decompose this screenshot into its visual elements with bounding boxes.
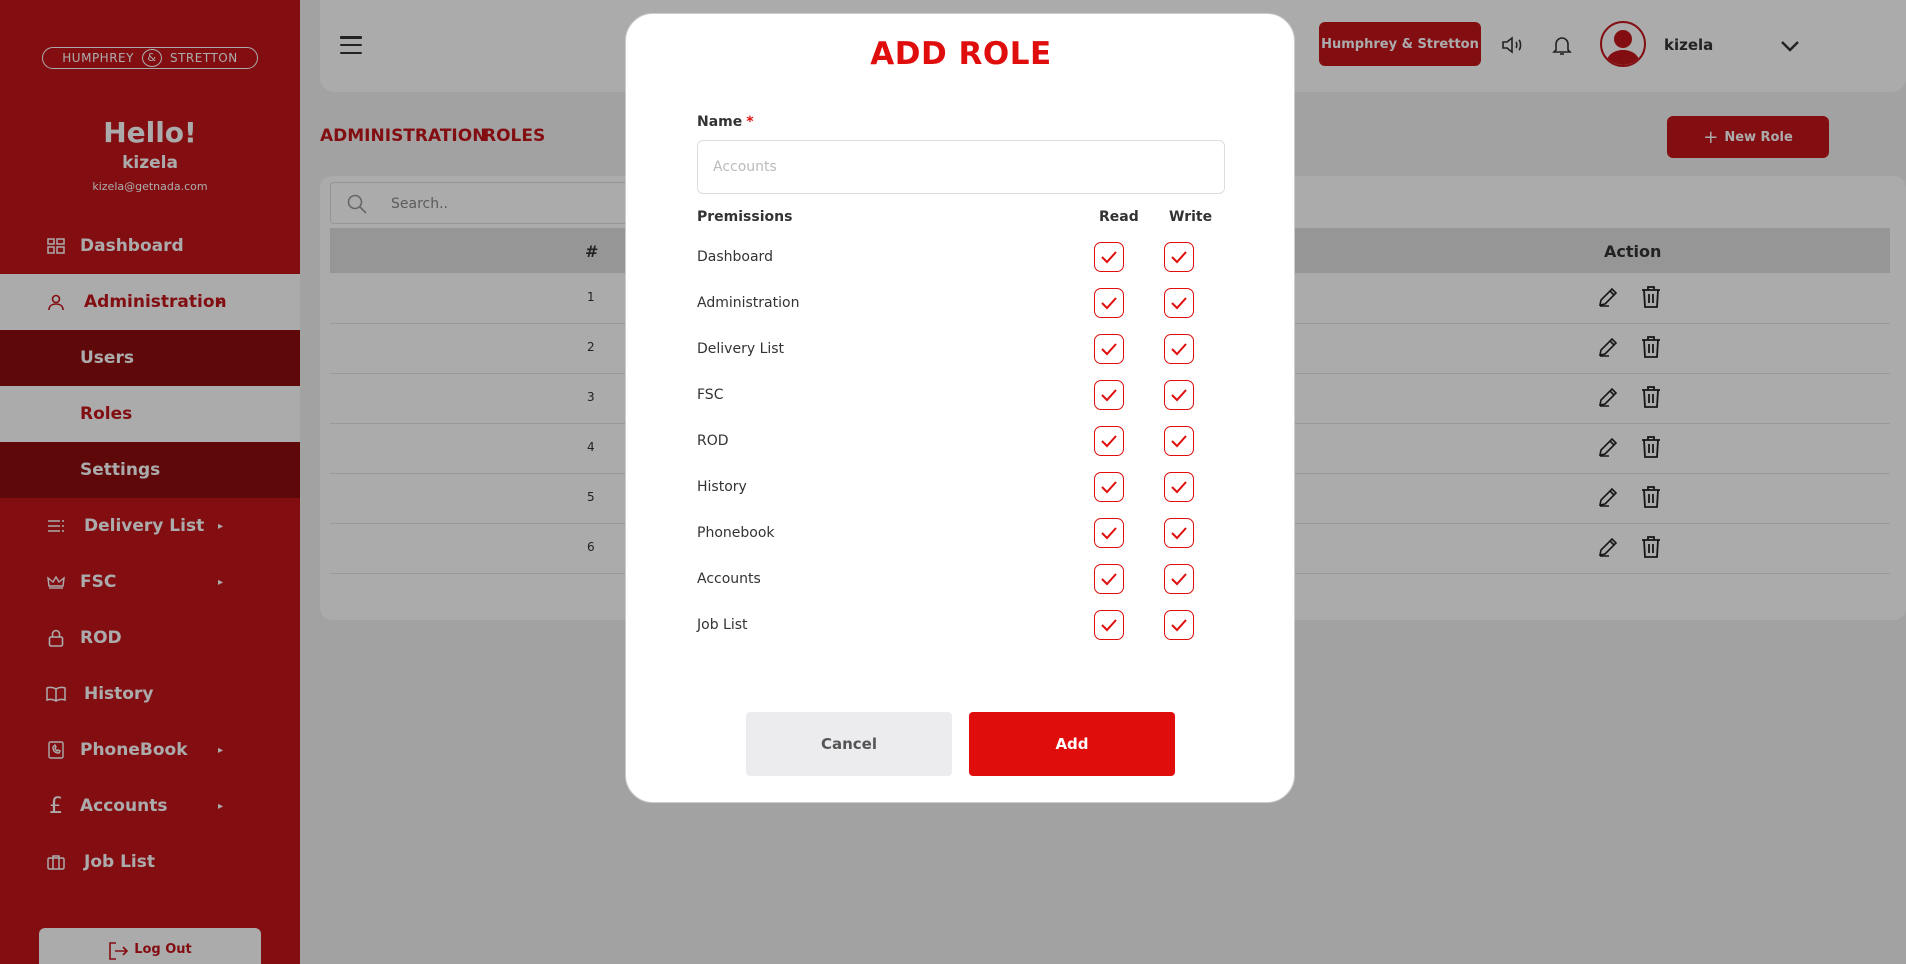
permission-row-administration: Administration [697, 284, 1225, 324]
permission-row-delivery-list: Delivery List [697, 330, 1225, 370]
read-checkbox[interactable] [1094, 518, 1124, 548]
check-icon [1171, 481, 1187, 494]
check-icon [1101, 297, 1117, 310]
check-icon [1101, 527, 1117, 540]
modal-title: ADD ROLE [870, 36, 1052, 72]
check-icon [1171, 389, 1187, 402]
permission-label: Job List [697, 617, 748, 633]
permission-row-accounts: Accounts [697, 560, 1225, 600]
read-checkbox[interactable] [1094, 242, 1124, 272]
check-icon [1171, 573, 1187, 586]
read-checkbox[interactable] [1094, 288, 1124, 318]
permission-label: Accounts [697, 571, 761, 587]
write-checkbox[interactable] [1164, 334, 1194, 364]
permission-label: Delivery List [697, 341, 785, 357]
permission-row-dashboard: Dashboard [697, 238, 1225, 278]
write-checkbox[interactable] [1164, 518, 1194, 548]
write-checkbox[interactable] [1164, 288, 1194, 318]
check-icon [1171, 619, 1187, 632]
read-checkbox[interactable] [1094, 380, 1124, 410]
permission-row-phonebook: Phonebook [697, 514, 1225, 554]
read-header: Read [1099, 209, 1139, 225]
check-icon [1171, 435, 1187, 448]
permission-row-history: History [697, 468, 1225, 508]
read-checkbox[interactable] [1094, 426, 1124, 456]
name-label-text: Name [697, 114, 743, 130]
cancel-button[interactable]: Cancel [746, 712, 952, 776]
write-checkbox[interactable] [1164, 472, 1194, 502]
check-icon [1171, 343, 1187, 356]
read-checkbox[interactable] [1094, 472, 1124, 502]
permission-row-fsc: FSC [697, 376, 1225, 416]
write-checkbox[interactable] [1164, 426, 1194, 456]
read-checkbox[interactable] [1094, 610, 1124, 640]
check-icon [1101, 619, 1117, 632]
add-button[interactable]: Add [969, 712, 1175, 776]
check-icon [1101, 481, 1117, 494]
required-mark: * [746, 114, 754, 130]
write-checkbox[interactable] [1164, 564, 1194, 594]
write-header: Write [1169, 209, 1213, 225]
read-checkbox[interactable] [1094, 564, 1124, 594]
check-icon [1101, 343, 1117, 356]
check-icon [1101, 251, 1117, 264]
write-checkbox[interactable] [1164, 610, 1194, 640]
name-label: Name * [697, 114, 754, 130]
permission-row-rod: ROD [697, 422, 1225, 462]
check-icon [1171, 527, 1187, 540]
permission-row-job-list: Job List [697, 606, 1225, 646]
permission-label: Dashboard [697, 249, 773, 265]
write-checkbox[interactable] [1164, 380, 1194, 410]
role-name-input[interactable] [697, 140, 1225, 194]
permission-label: Phonebook [697, 525, 775, 541]
read-checkbox[interactable] [1094, 334, 1124, 364]
check-icon [1101, 435, 1117, 448]
check-icon [1171, 251, 1187, 264]
add-role-modal: ADD ROLE Name* Premissions Read Write Da… [625, 13, 1295, 803]
write-checkbox[interactable] [1164, 242, 1194, 272]
check-icon [1101, 389, 1117, 402]
permission-label: Administration [697, 295, 800, 311]
check-icon [1101, 573, 1117, 586]
permissions-header: Premissions [697, 209, 793, 225]
permission-label: FSC [697, 387, 724, 403]
permission-label: ROD [697, 433, 729, 449]
permission-label: History [697, 479, 747, 495]
check-icon [1171, 297, 1187, 310]
